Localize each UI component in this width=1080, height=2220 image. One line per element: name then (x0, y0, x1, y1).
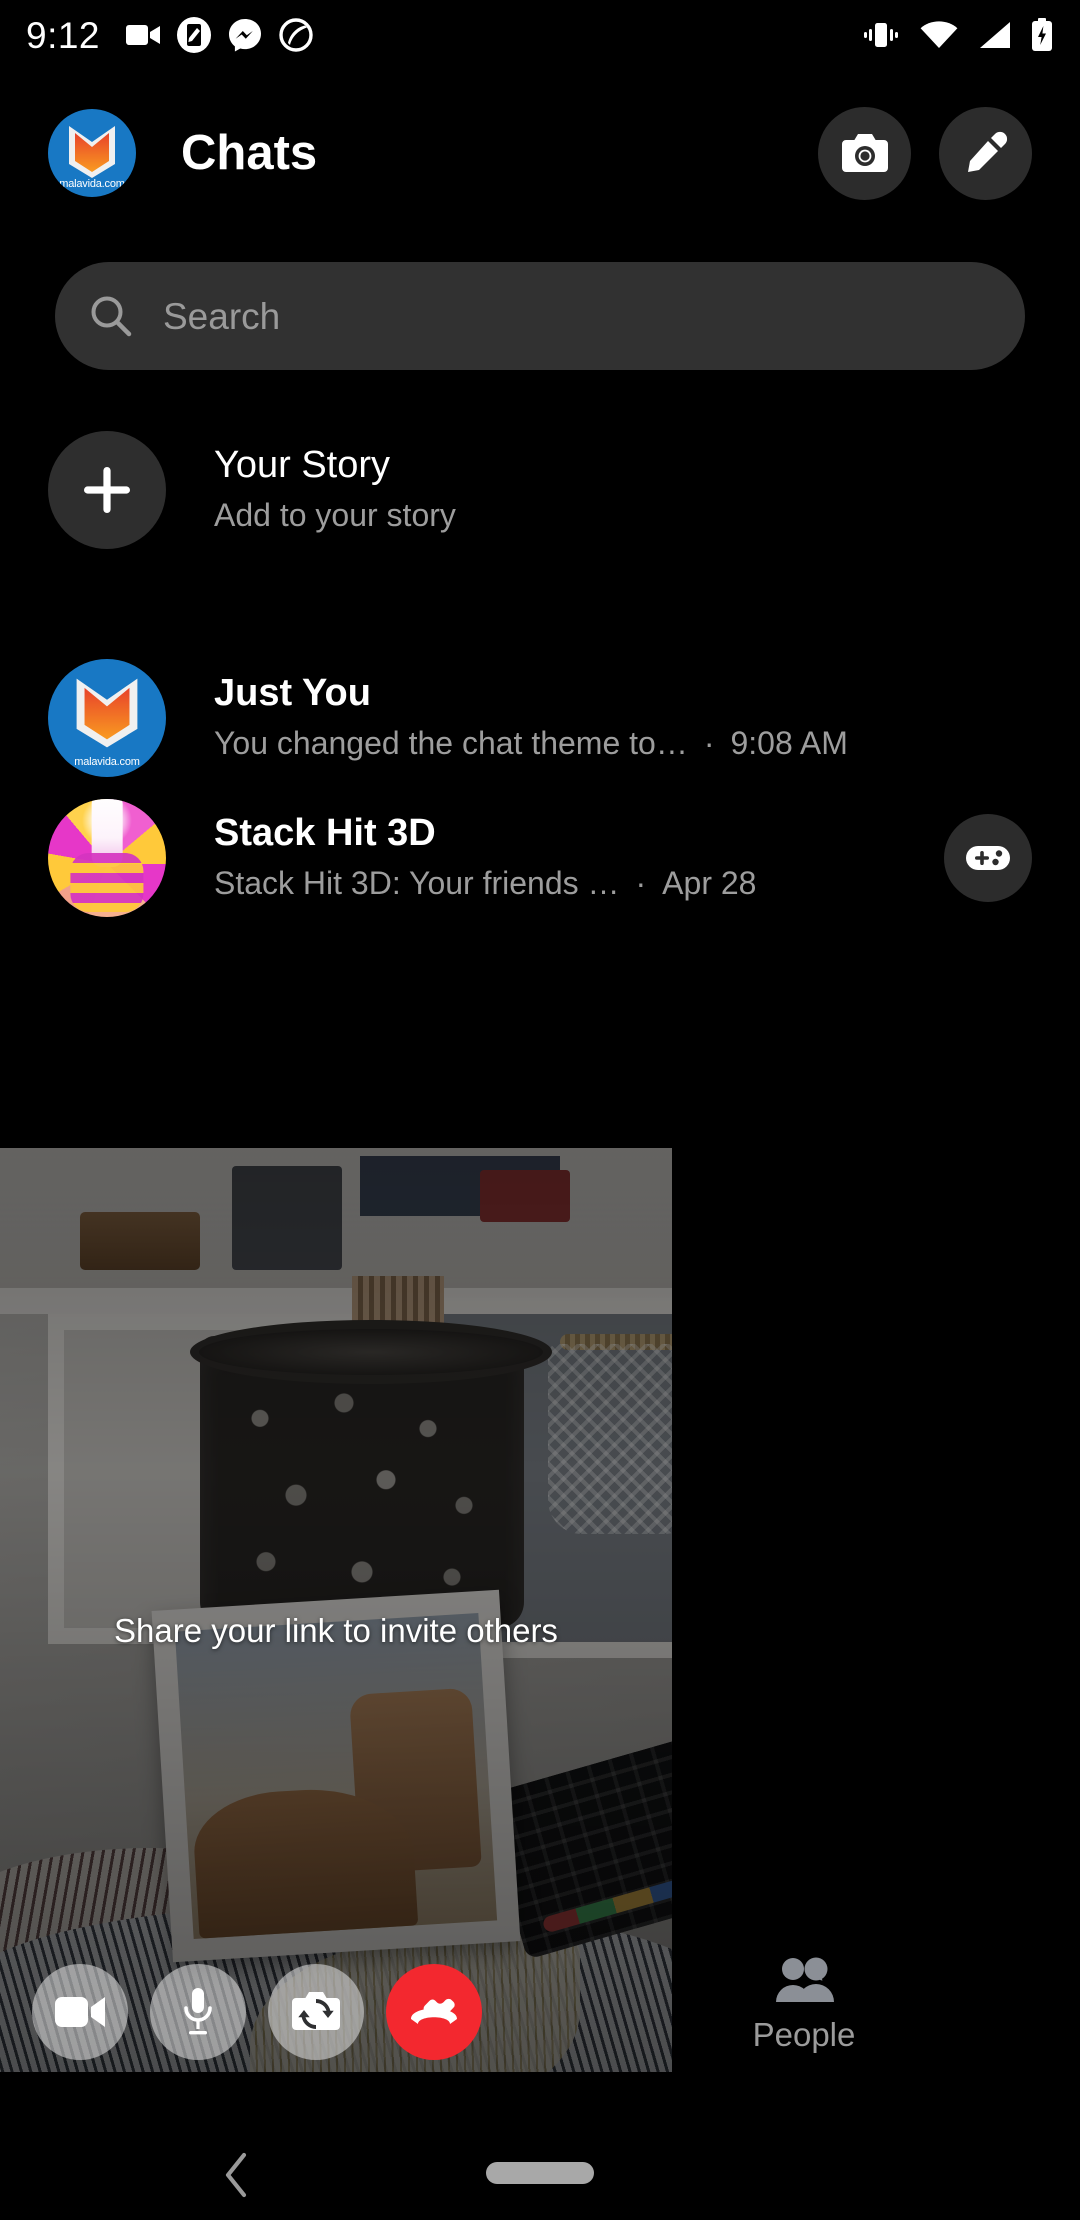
video-call-preview[interactable] (0, 1148, 672, 2072)
end-call-icon (411, 1998, 457, 2024)
phone-screen: 9:12 malavida.com Chats Search Your Stor… (0, 0, 1080, 2220)
video-camera-icon (55, 1997, 105, 2027)
chat-avatar[interactable]: malavida.com (48, 659, 166, 777)
call-caption: Share your link to invite others (114, 1612, 558, 1649)
call-video-feed (0, 1148, 672, 2072)
home-pill-indicator[interactable] (486, 2162, 594, 2184)
mute-toggle-button[interactable] (150, 1964, 246, 2060)
people-tab[interactable]: People (740, 1956, 868, 2051)
camera-button[interactable] (818, 106, 911, 200)
camera-icon (841, 134, 888, 172)
chat-snippet: Stack Hit 3D: Your friends … (214, 864, 620, 901)
status-bar-notification-icons (126, 17, 313, 53)
header-actions (818, 106, 1032, 200)
video-camera-icon (126, 25, 161, 45)
search-input[interactable]: Search (163, 298, 280, 335)
malavida-logo-icon (76, 678, 138, 747)
battery-charging-icon (1032, 18, 1052, 51)
chat-preview: Stack Hit 3D: Your friends … · Apr 28 (214, 862, 932, 905)
your-story-row[interactable]: Your Story Add to your story (0, 420, 1080, 560)
chat-snippet: You changed the chat theme to… (214, 724, 688, 761)
search-bar[interactable]: Search (55, 262, 1025, 370)
avatar-brand-label: malavida.com (74, 755, 140, 768)
plus-icon (84, 467, 130, 513)
screenshot-edit-icon (177, 17, 212, 53)
video-toggle-button[interactable] (32, 1964, 128, 2060)
call-controls (0, 1952, 672, 2072)
chat-timestamp: 9:08 AM (730, 724, 848, 761)
your-story-text: Your Story Add to your story (214, 443, 1032, 537)
flip-camera-icon (292, 1992, 340, 2030)
game-badge[interactable] (944, 814, 1032, 902)
compose-button[interactable] (939, 106, 1032, 200)
chat-name: Just You (214, 671, 371, 714)
chat-timestamp: Apr 28 (662, 864, 757, 901)
messenger-icon (229, 19, 262, 52)
add-story-avatar[interactable] (48, 431, 166, 549)
status-bar-clock: 9:12 (26, 14, 101, 56)
malavida-logo-icon (69, 125, 115, 178)
profile-avatar[interactable]: malavida.com (48, 109, 136, 197)
screen-record-icon (279, 18, 313, 52)
chat-preview: You changed the chat theme to… · 9:08 AM (214, 722, 1032, 765)
status-bar-system-icons (861, 18, 1054, 52)
cellular-signal-icon (980, 22, 1010, 48)
your-story-title: Your Story (214, 443, 391, 486)
chat-text: Just You You changed the chat theme to… … (214, 671, 1032, 765)
wifi-icon (920, 21, 958, 48)
people-icon (776, 1957, 834, 2002)
vibrate-icon (864, 23, 898, 47)
status-bar: 9:12 (0, 0, 1080, 70)
gamepad-icon (966, 846, 1010, 870)
your-story-subtitle: Add to your story (214, 496, 456, 533)
compose-pencil-icon (967, 131, 1007, 172)
flip-camera-button[interactable] (268, 1964, 364, 2060)
search-icon (91, 296, 132, 337)
android-nav-bar (0, 2124, 1080, 2220)
chat-list-item[interactable]: Stack Hit 3D Stack Hit 3D: Your friends … (0, 788, 1080, 928)
page-title: Chats (181, 125, 318, 180)
end-call-button[interactable] (386, 1964, 482, 2060)
avatar-brand-label: malavida.com (59, 177, 125, 190)
people-tab-label: People (752, 2016, 856, 2053)
chat-list-item[interactable]: malavida.com Just You You changed the ch… (0, 648, 1080, 788)
chat-name: Stack Hit 3D (214, 811, 436, 854)
chat-text: Stack Hit 3D Stack Hit 3D: Your friends … (214, 811, 932, 905)
chat-separator: · (703, 724, 715, 761)
back-chevron-icon[interactable] (222, 2152, 252, 2198)
chat-avatar[interactable] (48, 799, 166, 917)
app-header: malavida.com Chats (0, 88, 1080, 218)
chat-separator: · (635, 864, 647, 901)
microphone-icon (184, 1988, 212, 2035)
